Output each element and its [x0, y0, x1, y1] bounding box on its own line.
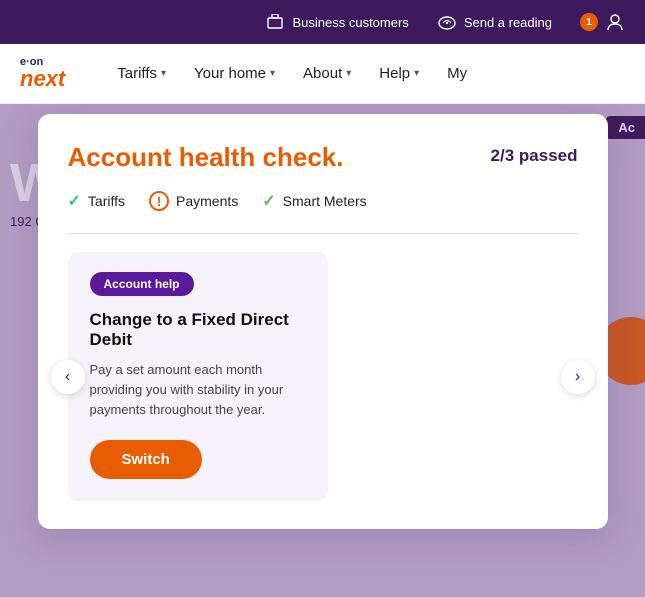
nav-your-home[interactable]: Your home ▾	[182, 57, 287, 90]
modal-header: Account health check. 2/3 passed	[68, 142, 578, 173]
check-payments: ! Payments	[149, 191, 238, 211]
divider	[68, 233, 578, 234]
check-smart-meters: ✓ Smart Meters	[262, 191, 366, 211]
notifications-link[interactable]: 1	[580, 12, 625, 32]
tariffs-chevron-icon: ▾	[161, 68, 166, 79]
smart-meters-check-label: Smart Meters	[283, 193, 367, 209]
modal-title: Account health check.	[68, 142, 344, 173]
check-tariffs: ✓ Tariffs	[68, 191, 126, 211]
nav-help-label: Help	[379, 65, 410, 82]
about-chevron-icon: ▾	[346, 68, 351, 79]
smart-meters-pass-icon: ✓	[262, 191, 275, 211]
nav-bar: e·on next Tariffs ▾ Your home ▾ About ▾ …	[0, 44, 645, 104]
modal-checks: ✓ Tariffs ! Payments ✓ Smart Meters	[68, 191, 578, 211]
payments-check-label: Payments	[176, 193, 238, 209]
tariffs-pass-icon: ✓	[68, 191, 81, 211]
payments-warn-icon: !	[149, 191, 169, 211]
top-bar: Business customers Send a reading 1	[0, 0, 645, 44]
switch-button[interactable]: Switch	[90, 440, 202, 479]
business-icon	[265, 12, 285, 32]
carousel-next-button[interactable]: ›	[561, 360, 595, 394]
meter-icon	[437, 12, 457, 32]
tariffs-check-label: Tariffs	[88, 193, 125, 209]
main-background: Wo 192 G Ac t paym paymement iss afteris…	[0, 104, 645, 597]
modal-overlay: Account health check. 2/3 passed ✓ Tarif…	[0, 104, 645, 597]
help-chevron-icon: ▾	[414, 68, 419, 79]
send-reading-label: Send a reading	[464, 15, 552, 30]
business-customers-link[interactable]: Business customers	[265, 12, 408, 32]
card-heading: Change to a Fixed Direct Debit	[90, 310, 306, 350]
card-description: Pay a set amount each month providing yo…	[90, 360, 306, 420]
account-help-card: Account help Change to a Fixed Direct De…	[68, 252, 328, 501]
modal-passed-count: 2/3 passed	[491, 146, 578, 166]
logo-next-text: next	[20, 68, 65, 90]
send-reading-link[interactable]: Send a reading	[437, 12, 552, 32]
account-icon	[605, 12, 625, 32]
card-carousel: ‹ Account help Change to a Fixed Direct …	[68, 252, 578, 501]
your-home-chevron-icon: ▾	[270, 68, 275, 79]
nav-items: Tariffs ▾ Your home ▾ About ▾ Help ▾ My	[105, 57, 625, 90]
nav-my-label: My	[447, 65, 467, 82]
business-customers-label: Business customers	[292, 15, 408, 30]
nav-about-label: About	[303, 65, 342, 82]
nav-my[interactable]: My	[435, 57, 479, 90]
carousel-prev-button[interactable]: ‹	[51, 360, 85, 394]
nav-tariffs[interactable]: Tariffs ▾	[105, 57, 178, 90]
nav-your-home-label: Your home	[194, 65, 266, 82]
card-tag: Account help	[90, 272, 194, 296]
nav-about[interactable]: About ▾	[291, 57, 363, 90]
nav-help[interactable]: Help ▾	[367, 57, 431, 90]
nav-tariffs-label: Tariffs	[117, 65, 157, 82]
notification-badge: 1	[580, 13, 598, 31]
logo[interactable]: e·on next	[20, 57, 65, 90]
health-check-modal: Account health check. 2/3 passed ✓ Tarif…	[38, 114, 608, 529]
